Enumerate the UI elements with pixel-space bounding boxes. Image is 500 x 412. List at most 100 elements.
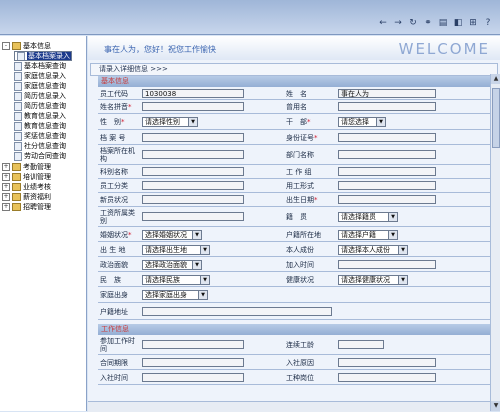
vertical-scrollbar[interactable]: ▲ ▼ <box>490 74 500 411</box>
family-origin-select[interactable]: 选择家庭出身 ▼ <box>142 290 208 300</box>
collapse-icon[interactable]: - <box>2 42 10 50</box>
new-status-input[interactable] <box>142 195 244 204</box>
former-name-input[interactable] <box>338 102 436 111</box>
tree-item-social-query[interactable]: 社分信息查询 <box>14 141 66 151</box>
gender-select[interactable]: 请选择性别 ▼ <box>142 117 198 127</box>
form-row: 户籍地址 <box>98 303 490 320</box>
tree-node-recruiting[interactable]: + 招聘管理 <box>2 202 51 212</box>
forward-arrow-icon[interactable]: → <box>392 17 404 29</box>
back-arrow-icon[interactable]: ← <box>377 17 389 29</box>
archive-org-input[interactable] <box>142 150 244 159</box>
form-row: 入社时间 工种岗位 <box>98 370 490 385</box>
expand-icon[interactable]: + <box>2 203 10 211</box>
emp-code-input[interactable]: 1030038 <box>142 89 244 98</box>
link-icon[interactable]: ⚭ <box>422 17 434 29</box>
birthplace-select[interactable]: 请选择出生地 ▼ <box>142 245 210 255</box>
form-row: 合同期限 入社原因 <box>98 355 490 370</box>
dept-name-input[interactable] <box>338 150 436 159</box>
refresh-icon[interactable]: ↻ <box>407 17 419 29</box>
welcome-message: 事在人为，您好！祝您工作愉快 <box>104 45 216 54</box>
contract-term-label: 合同期限 <box>100 359 128 367</box>
tree-item-education-entry[interactable]: 教育信息录入 <box>14 111 66 121</box>
category-label: 员工分类 <box>100 182 128 190</box>
entry-time-label: 入社时间 <box>100 374 128 382</box>
expand-icon[interactable]: + <box>2 193 10 201</box>
top-banner: ← → ↻ ⚭ ▤ ◧ ⊞ ? <box>0 0 500 35</box>
archive-no-label: 档 案 号 <box>100 134 126 142</box>
print-icon[interactable]: ▤ <box>437 17 449 29</box>
employ-form-label: 用工形式 <box>286 182 314 190</box>
folder-icon <box>12 42 21 50</box>
scroll-up-icon[interactable]: ▲ <box>491 74 500 84</box>
political-select[interactable]: 选择政治面貌 ▼ <box>142 260 202 270</box>
new-status-label: 新员状况 <box>100 196 128 204</box>
welcome-logo: WELCOME <box>398 40 490 58</box>
id-number-input[interactable] <box>338 133 436 142</box>
tree-node-performance[interactable]: + 业绩考核 <box>2 182 51 192</box>
tree-node-attendance[interactable]: + 考勤管理 <box>2 162 51 172</box>
workgroup-input[interactable] <box>338 167 436 176</box>
tree-item-basic-archive-entry[interactable]: 基本档案录入 <box>14 51 72 61</box>
join-time-input[interactable] <box>338 260 436 269</box>
hukou-select[interactable]: 请选择户籍 ▼ <box>338 230 398 240</box>
save-icon[interactable]: ◧ <box>452 17 464 29</box>
wage-category-input[interactable] <box>142 212 244 221</box>
birth-date-label: 出生日期* <box>286 196 318 204</box>
tree-node-basic-info[interactable]: - 基本信息 <box>2 41 51 51</box>
office-name-input[interactable] <box>142 167 244 176</box>
tree-node-training[interactable]: + 培训管理 <box>2 172 51 182</box>
form-row: 民 族 请选择民族 ▼ 健康状况 请选择健康状况 ▼ <box>98 272 490 287</box>
scroll-thumb[interactable] <box>492 88 500 148</box>
gender-label: 性 别* <box>100 118 125 126</box>
personal-status-select[interactable]: 请选择本人成份 ▼ <box>338 245 408 255</box>
form-row: 婚姻状况* 选择婚姻状况 ▼ 户籍所在地 请选择户籍 ▼ <box>98 227 490 242</box>
birth-date-input[interactable] <box>338 195 436 204</box>
archive-no-input[interactable] <box>142 133 244 142</box>
category-input[interactable] <box>142 181 244 190</box>
form-row: 出 生 地 请选择出生地 ▼ 本人成份 请选择本人成份 ▼ <box>98 242 490 257</box>
document-icon <box>14 101 22 111</box>
name-input[interactable]: 事在人为 <box>338 89 436 98</box>
horizontal-scrollbar[interactable] <box>88 401 490 412</box>
help-icon[interactable]: ? <box>482 17 494 29</box>
tree-item-resume-query[interactable]: 简历信息查询 <box>14 101 66 111</box>
expand-icon[interactable]: + <box>2 183 10 191</box>
health-label: 健康状况 <box>286 276 314 284</box>
dropdown-arrow-icon: ▼ <box>198 291 207 299</box>
contract-term-input[interactable] <box>142 358 244 367</box>
marriage-label: 婚姻状况* <box>100 231 132 239</box>
expand-icon[interactable]: + <box>2 163 10 171</box>
entry-reason-input[interactable] <box>338 358 436 367</box>
tree-item-education-query[interactable]: 教育信息查询 <box>14 121 66 131</box>
tree-item-resume-entry[interactable]: 简历信息录入 <box>14 91 66 101</box>
nation-select[interactable]: 请选择民族 ▼ <box>142 275 210 285</box>
document-icon <box>14 151 22 161</box>
tree-item-reward-query[interactable]: 奖惩信息查询 <box>14 131 66 141</box>
form-row: 政治面貌 选择政治面貌 ▼ 加入时间 <box>98 257 490 272</box>
pinyin-input[interactable] <box>142 102 244 111</box>
tree-item-basic-archive-query[interactable]: 基本档案查询 <box>14 61 66 71</box>
employ-form-input[interactable] <box>338 181 436 190</box>
scroll-down-icon[interactable]: ▼ <box>491 401 500 411</box>
hukou-address-input[interactable] <box>142 307 332 316</box>
toolbar: ← → ↻ ⚭ ▤ ◧ ⊞ ? <box>377 17 494 29</box>
cart-icon[interactable]: ⊞ <box>467 17 479 29</box>
seniority-input[interactable] <box>338 340 384 349</box>
form-row: 档案所在机构 部门名称 <box>98 145 490 165</box>
cadre-select[interactable]: 请您选择 ▼ <box>338 117 386 127</box>
tree-item-family-query[interactable]: 家庭信息查询 <box>14 81 66 91</box>
section-basic-info: 基本信息 <box>98 76 490 87</box>
marriage-select[interactable]: 选择婚姻状况 ▼ <box>142 230 202 240</box>
tree-item-family-entry[interactable]: 家庭信息录入 <box>14 71 66 81</box>
health-select[interactable]: 请选择健康状况 ▼ <box>338 275 408 285</box>
tree-node-salary[interactable]: + 薪资福利 <box>2 192 51 202</box>
entry-time-input[interactable] <box>142 373 244 382</box>
post-input[interactable] <box>338 373 436 382</box>
seniority-label: 连续工龄 <box>286 341 314 349</box>
document-icon <box>17 52 25 60</box>
work-start-input[interactable] <box>142 340 244 349</box>
tree-item-contract-query[interactable]: 劳动合同查询 <box>14 151 66 161</box>
expand-icon[interactable]: + <box>2 173 10 181</box>
document-icon <box>14 121 22 131</box>
origin-select[interactable]: 请选择籍贯 ▼ <box>338 212 398 222</box>
